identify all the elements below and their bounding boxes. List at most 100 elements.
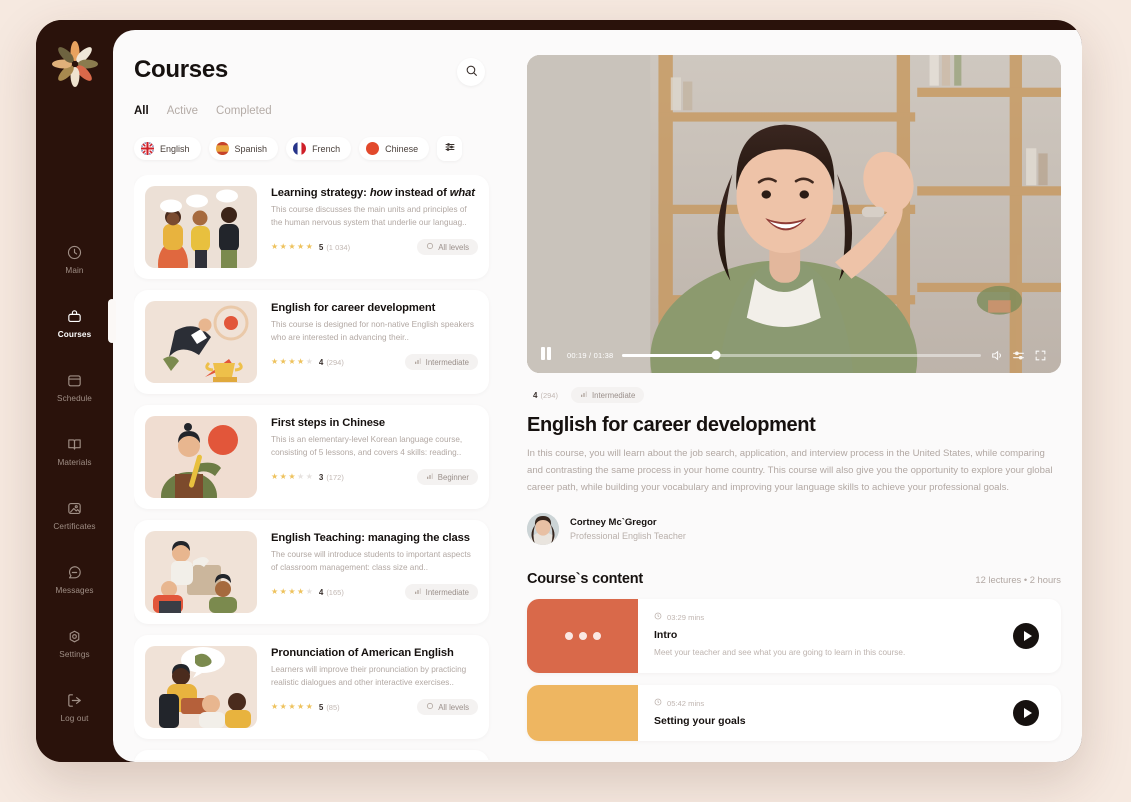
course-list-panel: Courses All Active Completed English Spanis… <box>113 30 509 762</box>
language-chip-english[interactable]: English <box>134 137 201 160</box>
course-list[interactable]: Learning strategy: how instead of what Th… <box>134 175 509 760</box>
sidebar-item-label: Log out <box>60 714 89 723</box>
sidebar-item-label: Materials <box>57 458 92 467</box>
course-rating-count: (172) <box>326 472 344 482</box>
content-summary: 12 lectures • 2 hours <box>975 574 1061 586</box>
tab-active[interactable]: Active <box>167 105 198 117</box>
play-icon[interactable] <box>1013 700 1039 727</box>
lecture-list: 03:29 mins Intro Meet your teacher and see… <box>527 599 1061 742</box>
sidebar-item-label: Schedule <box>57 394 92 403</box>
tab-all[interactable]: All <box>134 105 149 117</box>
equalizer-icon[interactable] <box>1012 349 1025 362</box>
star-icon: ★ <box>271 587 279 597</box>
tab-completed[interactable]: Completed <box>216 105 272 117</box>
lecture-title: Setting your goals <box>654 715 746 728</box>
star-icon: ★ <box>297 357 305 367</box>
china-flag <box>366 142 380 155</box>
sidebar-item-label: Certificates <box>53 522 96 531</box>
course-level-label: All levels <box>438 702 469 712</box>
detail-rating-count: (294) <box>540 390 558 400</box>
sidebar-item-settings[interactable]: Settings <box>36 617 113 668</box>
star-icon: ★ <box>271 702 279 712</box>
star-icon: ★ <box>297 242 305 252</box>
course-detail-panel: 00:19 / 01:38 4 (294) Intermediate Engli… <box>509 30 1082 762</box>
course-stars: ★ ★ ★ ★ ★ <box>271 473 313 481</box>
instructor[interactable]: Cortney Mc`Gregor Professional English T… <box>527 513 1061 546</box>
course-stars: ★ ★ ★ ★ ★ <box>271 358 313 366</box>
sidebar-item-label: Settings <box>59 650 90 659</box>
course-rating: ★ ★ ★ ★ ★ 5 (1 034) <box>271 243 350 252</box>
sidebar-item-main[interactable]: Main <box>36 233 113 284</box>
search-button[interactable] <box>457 58 485 86</box>
progress-knob[interactable] <box>711 350 721 360</box>
sidebar-item-logout[interactable]: Log out <box>36 681 113 732</box>
star-icon: ★ <box>305 242 313 252</box>
sidebar-item-certificates[interactable]: Certificates <box>36 489 113 540</box>
lecture-item[interactable]: 05:42 mins Setting your goals <box>527 685 1061 742</box>
flower-logo[interactable] <box>51 40 98 87</box>
course-stars: ★ ★ ★ ★ ★ <box>271 588 313 596</box>
course-rating: ★ ★ ★ ★ ★ 3 (172) <box>271 473 344 482</box>
language-chip-french[interactable]: French <box>286 137 352 160</box>
course-rating: ★ ★ ★ ★ ★ 5 (85) <box>271 703 340 712</box>
course-card[interactable]: English Teaching: managing the class The … <box>134 520 489 624</box>
star-icon: ★ <box>305 587 313 597</box>
star-icon: ★ <box>288 472 296 482</box>
course-description: This course discusses the main units and… <box>271 205 467 227</box>
course-title: Learning strategy: how instead of what <box>271 187 475 199</box>
sidebar-item-label: Messages <box>55 586 94 595</box>
course-card[interactable]: ?Exam prepartion: best things to do <box>134 750 489 760</box>
all-levels-icon <box>426 242 434 252</box>
detail-rating-row: 4 (294) Intermediate <box>527 387 1061 403</box>
gear-icon <box>66 628 83 645</box>
sidebar: Main Courses Schedule Materials Certificates… <box>36 20 116 762</box>
course-card[interactable]: English for career development This cours… <box>134 290 489 394</box>
course-rating-value: 3 <box>318 472 324 482</box>
award-image-icon <box>66 500 83 517</box>
course-description: Learners will improve their pronunciatio… <box>271 665 467 687</box>
pause-icon[interactable] <box>541 346 558 364</box>
course-meta: ★ ★ ★ ★ ★ 5 (85) All levels <box>271 699 478 716</box>
video-player[interactable]: 00:19 / 01:38 <box>527 55 1061 373</box>
language-chip-spanish[interactable]: Spanish <box>208 137 279 160</box>
detail-description: In this course, you will learn about the… <box>527 448 1053 493</box>
sidebar-item-messages[interactable]: Messages <box>36 553 113 604</box>
sidebar-item-label: Courses <box>57 330 92 339</box>
sidebar-item-label: Main <box>65 266 84 275</box>
video-frame-image <box>527 55 1061 373</box>
instructor-text: Cortney Mc`Gregor Professional English T… <box>570 517 686 541</box>
course-level-badge: Beginner <box>416 469 478 486</box>
course-meta: ★ ★ ★ ★ ★ 4 (294) Intermediate <box>271 354 478 371</box>
fullscreen-icon[interactable] <box>1034 349 1047 362</box>
course-rating-value: 5 <box>318 702 324 712</box>
course-level-label: All levels <box>438 242 469 252</box>
uk-flag <box>141 142 154 155</box>
lecture-thumbnail <box>527 685 638 742</box>
app-surface: Courses All Active Completed English Spanis… <box>113 30 1082 762</box>
sidebar-item-materials[interactable]: Materials <box>36 425 113 476</box>
video-progress-bar[interactable] <box>622 350 981 360</box>
lecture-item[interactable]: 03:29 mins Intro Meet your teacher and see… <box>527 599 1061 674</box>
bars-icon <box>580 390 588 400</box>
star-icon: ★ <box>305 357 313 367</box>
sidebar-item-courses[interactable]: Courses <box>36 297 116 348</box>
book-icon <box>66 436 83 453</box>
course-rating-count: (165) <box>326 587 344 597</box>
course-card[interactable]: First steps in Chinese This is an element… <box>134 405 489 509</box>
course-level-badge: Intermediate <box>404 584 478 601</box>
course-rating: ★ ★ ★ ★ ★ 4 (165) <box>271 588 344 597</box>
play-icon[interactable] <box>1013 623 1039 650</box>
course-thumbnail <box>145 646 257 728</box>
volume-icon[interactable] <box>990 349 1003 362</box>
detail-rating-value: 4 <box>533 390 538 400</box>
sidebar-item-schedule[interactable]: Schedule <box>36 361 113 412</box>
course-level-badge: All levels <box>417 239 478 256</box>
course-card[interactable]: Learning strategy: how instead of what Th… <box>134 175 489 279</box>
course-description: This course is designed for non-native E… <box>271 320 474 342</box>
course-card[interactable]: Pronunciation of American English Learner… <box>134 635 489 739</box>
language-chip-chinese[interactable]: Chinese <box>359 137 430 160</box>
chat-bubble-icon <box>66 564 83 581</box>
course-level-label: Beginner <box>437 472 469 482</box>
status-tabs: All Active Completed <box>134 105 509 117</box>
filter-button[interactable] <box>437 136 463 161</box>
